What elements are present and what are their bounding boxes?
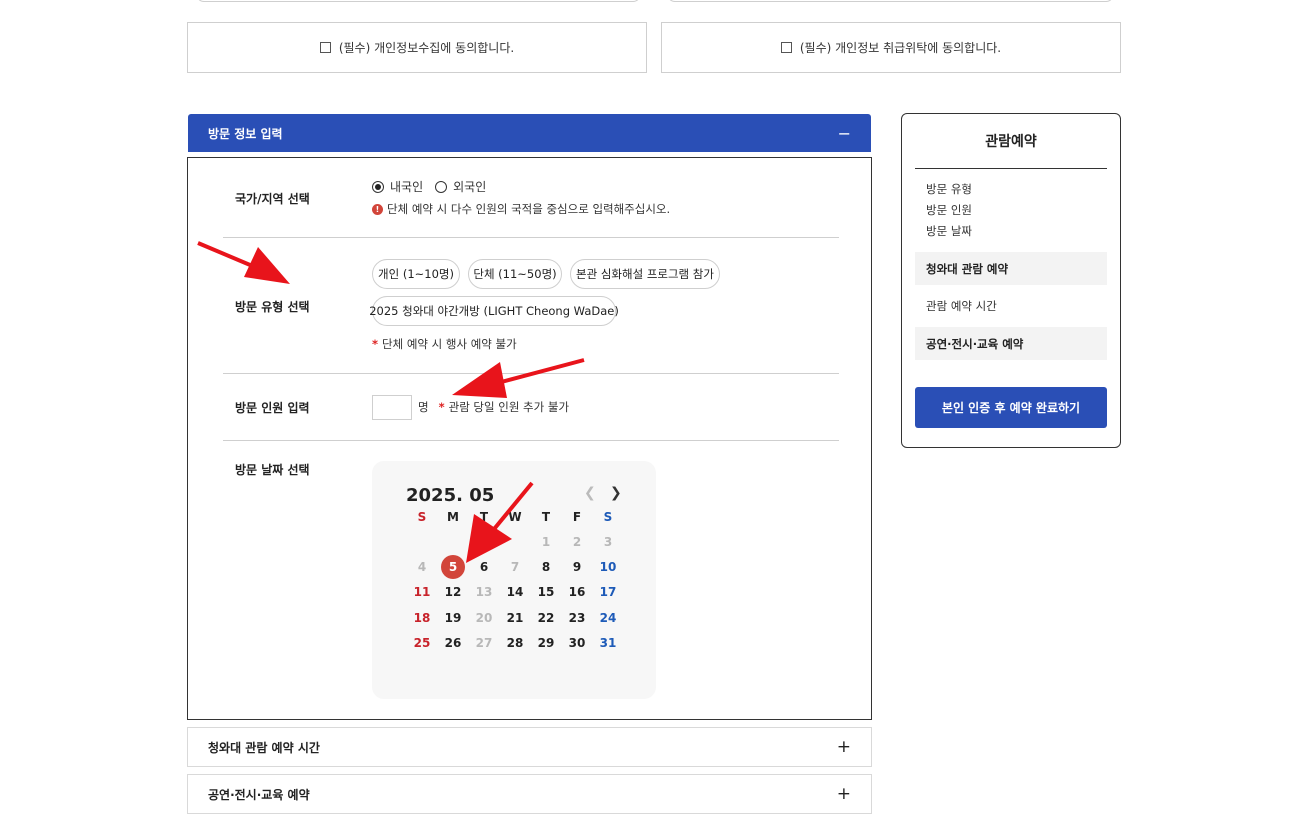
visit-info-body: 국가/지역 선택 내국인 외국인 ! 단체 예약 시 다수 인원의 국적을 중심… [187, 157, 872, 720]
calendar-day-24[interactable]: 24 [596, 606, 620, 630]
visit-date-label: 방문 날짜 선택 [235, 463, 310, 477]
calendar-day-26[interactable]: 26 [441, 631, 465, 655]
calendar-day-14[interactable]: 14 [503, 580, 527, 604]
reservation-sidebar: 관람예약 방문 유형 방문 인원 방문 날짜 청와대 관람 예약 관람 예약 시… [901, 113, 1121, 448]
sidebar-title: 관람예약 [915, 114, 1107, 169]
calendar-day-17[interactable]: 17 [596, 580, 620, 604]
visit-info-header[interactable]: 방문 정보 입력 − [188, 114, 871, 152]
prev-month-icon[interactable]: ❮ [584, 485, 596, 501]
weekday-header: W [508, 510, 522, 524]
agreement-collect-label: (필수) 개인정보수집에 동의합니다. [338, 41, 515, 55]
calendar-day-27: 27 [475, 636, 493, 650]
sidebar-item-visit-time: 관람 예약 시간 [926, 299, 997, 313]
calendar-day-23[interactable]: 23 [565, 606, 589, 630]
calendar-day-1: 1 [541, 535, 551, 549]
calendar-day-6[interactable]: 6 [472, 555, 496, 579]
sidebar-item-visit-type: 방문 유형 [926, 182, 972, 196]
required-star: * [438, 400, 445, 414]
radio-foreign[interactable] [435, 180, 448, 193]
accordion-visit-time-label: 청와대 관람 예약 시간 [208, 740, 320, 755]
agreement-entrust-checkbox[interactable] [780, 42, 792, 53]
country-radio-group: 내국인 외국인 [372, 178, 486, 195]
visit-count-unit: 명 [418, 400, 429, 414]
visit-count-unit-row: 명 * 관람 당일 인원 추가 불가 [418, 399, 569, 415]
radio-foreign-label: 외국인 [453, 180, 487, 194]
calendar-day-4: 4 [417, 560, 427, 574]
accordion-performance-label: 공연·전시·교육 예약 [208, 787, 310, 802]
sidebar-section-cheongwadae: 청와대 관람 예약 [915, 252, 1107, 285]
top-pill-right [667, 0, 1114, 2]
visit-count-note: 관람 당일 인원 추가 불가 [448, 400, 570, 414]
weekday-header: T [541, 510, 551, 524]
divider [223, 237, 839, 238]
calendar-day-21[interactable]: 21 [503, 606, 527, 630]
weekday-header: M [447, 510, 459, 524]
divider [223, 440, 839, 441]
weekday-header: S [603, 510, 613, 524]
visit-count-label: 방문 인원 입력 [235, 401, 310, 415]
calendar-day-2: 2 [572, 535, 582, 549]
top-pill-left [196, 0, 641, 2]
calendar-day-28[interactable]: 28 [503, 631, 527, 655]
calendar-day-5[interactable]: 5 [441, 555, 465, 579]
collapse-icon[interactable]: − [838, 124, 851, 143]
weekday-header: T [479, 510, 489, 524]
country-label: 국가/지역 선택 [235, 192, 310, 206]
calendar: 2025. 05 ❮ ❯ S M T W T F S 1 2 3 4 5 6 7 8 9 10 11 12 13 14 1… [372, 461, 656, 699]
agreement-collect-checkbox[interactable] [319, 42, 331, 53]
calendar-day-29[interactable]: 29 [534, 631, 558, 655]
info-icon: ! [372, 203, 383, 215]
sidebar-item-visit-date: 방문 날짜 [926, 224, 972, 238]
weekday-header: F [572, 510, 582, 524]
calendar-day-12[interactable]: 12 [441, 580, 465, 604]
chip-group[interactable]: 단체 (11~50명) [468, 259, 562, 289]
sidebar-section-performance: 공연·전시·교육 예약 [915, 327, 1107, 360]
weekday-header: S [417, 510, 427, 524]
visit-info-title: 방문 정보 입력 [208, 126, 283, 141]
agreement-collect-box[interactable]: (필수) 개인정보수집에 동의합니다. [187, 22, 647, 73]
visit-type-note-text: 단체 예약 시 행사 예약 불가 [382, 337, 517, 351]
calendar-day-7: 7 [510, 560, 520, 574]
calendar-day-3: 3 [603, 535, 613, 549]
calendar-day-15[interactable]: 15 [534, 580, 558, 604]
next-month-icon[interactable]: ❯ [610, 485, 622, 501]
calendar-day-18[interactable]: 18 [410, 606, 434, 630]
sidebar-item-visit-count: 방문 인원 [926, 203, 972, 217]
complete-reservation-button[interactable]: 본인 인증 후 예약 완료하기 [915, 387, 1107, 428]
calendar-day-22[interactable]: 22 [534, 606, 558, 630]
calendar-day-31[interactable]: 31 [596, 631, 620, 655]
country-note-text: 단체 예약 시 다수 인원의 국적을 중심으로 입력해주십시오. [387, 202, 671, 216]
agreement-entrust-box[interactable]: (필수) 개인정보 취급위탁에 동의합니다. [661, 22, 1121, 73]
calendar-day-30[interactable]: 30 [565, 631, 589, 655]
chip-deep-program[interactable]: 본관 심화해설 프로그램 참가 [570, 259, 720, 289]
chip-individual[interactable]: 개인 (1~10명) [372, 259, 460, 289]
visit-type-label: 방문 유형 선택 [235, 300, 310, 314]
divider [223, 373, 839, 374]
calendar-day-25[interactable]: 25 [410, 631, 434, 655]
calendar-day-9[interactable]: 9 [565, 555, 589, 579]
radio-domestic[interactable] [372, 180, 384, 193]
country-note: ! 단체 예약 시 다수 인원의 국적을 중심으로 입력해주십시오. [372, 201, 670, 217]
agreement-entrust-label: (필수) 개인정보 취급위탁에 동의합니다. [799, 41, 1002, 55]
chip-night-opening[interactable]: 2025 청와대 야간개방 (LIGHT Cheong WaDae) [369, 296, 619, 326]
accordion-performance[interactable]: 공연·전시·교육 예약 + [187, 774, 872, 814]
accordion-visit-time[interactable]: 청와대 관람 예약 시간 + [187, 727, 872, 767]
calendar-day-10[interactable]: 10 [596, 555, 620, 579]
calendar-day-11[interactable]: 11 [410, 580, 434, 604]
calendar-day-16[interactable]: 16 [565, 580, 589, 604]
radio-domestic-label: 내국인 [390, 180, 424, 194]
calendar-day-13: 13 [475, 585, 493, 599]
calendar-month-title: 2025. 05 [406, 485, 495, 506]
visit-type-note: * 단체 예약 시 행사 예약 불가 [372, 336, 517, 352]
required-star: * [372, 337, 379, 351]
visit-count-input[interactable] [372, 395, 412, 420]
expand-icon[interactable]: + [837, 737, 851, 757]
calendar-day-20: 20 [475, 611, 493, 625]
calendar-day-8[interactable]: 8 [534, 555, 558, 579]
expand-icon[interactable]: + [837, 784, 851, 804]
calendar-day-19[interactable]: 19 [441, 606, 465, 630]
